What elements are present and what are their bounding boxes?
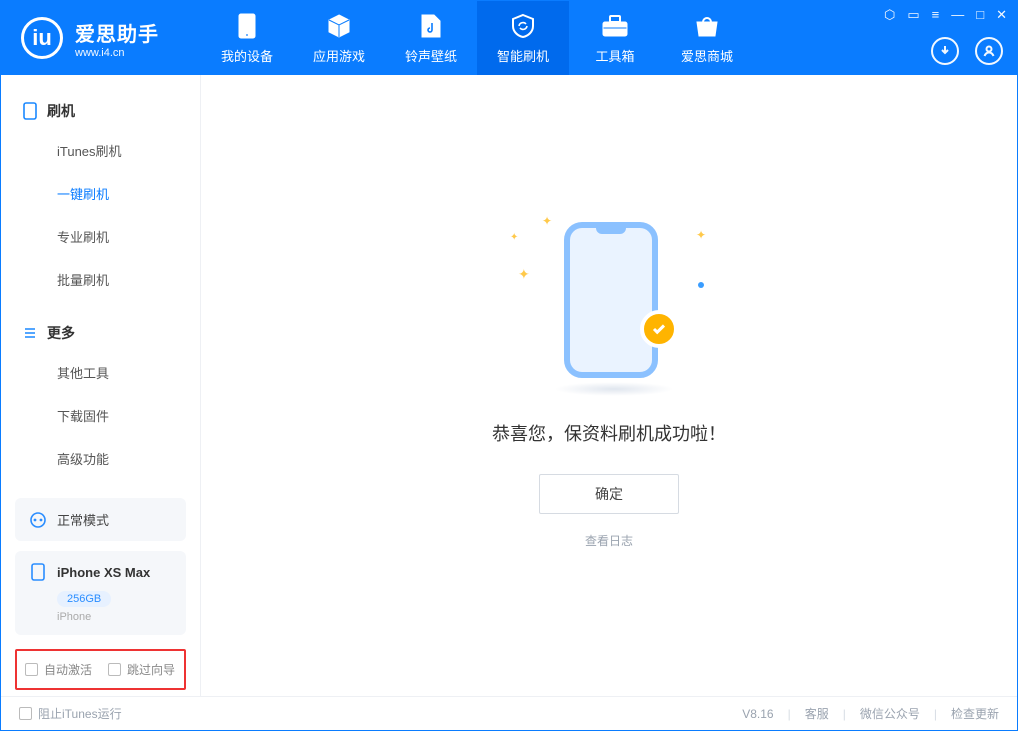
device-card[interactable]: iPhone XS Max 256GB iPhone: [15, 551, 186, 635]
ok-button[interactable]: 确定: [539, 474, 679, 514]
tab-store[interactable]: 爱思商城: [661, 1, 753, 75]
nav-tabs: 我的设备 应用游戏 铃声壁纸 智能刷机 工具箱 爱思商城: [201, 1, 753, 75]
footer-version: V8.16: [742, 707, 773, 721]
device-icon: [23, 102, 37, 120]
checkbox-block-itunes[interactable]: 阻止iTunes运行: [19, 705, 122, 722]
toolbox-icon: [601, 12, 629, 40]
phone-illustration-icon: [564, 222, 658, 378]
footer-wechat[interactable]: 微信公众号: [860, 705, 920, 722]
success-check-icon: [640, 310, 678, 348]
device-capacity: 256GB: [57, 591, 111, 607]
sparkle-icon: ✦: [696, 228, 706, 242]
device-phone-icon: [29, 563, 47, 581]
cube-icon: [325, 12, 353, 40]
header: iu 爱思助手 www.i4.cn 我的设备 应用游戏 铃声壁纸 智能刷机: [1, 1, 1017, 75]
dot-icon: [698, 282, 704, 288]
shirt-icon[interactable]: ⬡: [884, 7, 895, 23]
sync-dot-icon: [29, 511, 47, 529]
device-type: iPhone: [57, 611, 172, 623]
sidebar-item-itunes-flash[interactable]: iTunes刷机: [1, 129, 200, 172]
sparkle-icon: ✦: [518, 266, 530, 283]
header-right: ⬡ ▭ ≡ — □ ✕: [884, 1, 1017, 75]
checkbox-icon: [19, 707, 32, 720]
window-controls: ⬡ ▭ ≡ — □ ✕: [884, 7, 1007, 23]
maximize-icon[interactable]: □: [976, 7, 984, 23]
phone-icon: [233, 12, 261, 40]
mode-card[interactable]: 正常模式: [15, 498, 186, 541]
sidebar-item-batch-flash[interactable]: 批量刷机: [1, 258, 200, 301]
brand-site: www.i4.cn: [75, 47, 159, 59]
flash-options-row: 自动激活 跳过向导: [15, 649, 186, 690]
footer: 阻止iTunes运行 V8.16 | 客服 | 微信公众号 | 检查更新: [1, 696, 1017, 730]
menu-icon[interactable]: ≡: [932, 7, 940, 23]
mode-label: 正常模式: [57, 510, 109, 529]
sidebar-item-oneclick[interactable]: 一键刷机: [1, 172, 200, 215]
main-panel: ✦ ✦ ✦ ✦ 恭喜您，保资料刷机成功啦！ 确定 查看日志: [201, 75, 1017, 696]
tab-flash[interactable]: 智能刷机: [477, 1, 569, 75]
sidebar-item-advanced[interactable]: 高级功能: [1, 437, 200, 480]
settings-icon[interactable]: ▭: [907, 7, 919, 23]
sidebar: 刷机 iTunes刷机 一键刷机 专业刷机 批量刷机 更多 其他工具 下载固件 …: [1, 75, 201, 696]
footer-update[interactable]: 检查更新: [951, 705, 999, 722]
minimize-icon[interactable]: —: [951, 7, 964, 23]
checkbox-auto-activate[interactable]: 自动激活: [25, 661, 92, 678]
checkbox-icon: [25, 663, 38, 676]
sidebar-devices: 正常模式 iPhone XS Max 256GB iPhone: [1, 488, 200, 649]
tab-toolbox[interactable]: 工具箱: [569, 1, 661, 75]
checkbox-skip-guide[interactable]: 跳过向导: [108, 661, 175, 678]
sync-shield-icon: [509, 12, 537, 40]
brand-logo-icon: iu: [21, 17, 63, 59]
sidebar-item-firmware[interactable]: 下载固件: [1, 394, 200, 437]
view-log-link[interactable]: 查看日志: [585, 532, 633, 549]
success-illustration: ✦ ✦ ✦ ✦: [534, 222, 684, 382]
sidebar-group-more: 更多: [1, 315, 200, 351]
success-message: 恭喜您，保资料刷机成功啦！: [492, 420, 726, 446]
sidebar-group-flash: 刷机: [1, 93, 200, 129]
tab-apps[interactable]: 应用游戏: [293, 1, 385, 75]
close-icon[interactable]: ✕: [996, 7, 1007, 23]
music-file-icon: [417, 12, 445, 40]
download-button[interactable]: [931, 37, 959, 65]
app-window: iu 爱思助手 www.i4.cn 我的设备 应用游戏 铃声壁纸 智能刷机: [0, 0, 1018, 731]
body: 刷机 iTunes刷机 一键刷机 专业刷机 批量刷机 更多 其他工具 下载固件 …: [1, 75, 1017, 696]
sidebar-item-pro-flash[interactable]: 专业刷机: [1, 215, 200, 258]
brand-name: 爱思助手: [75, 18, 159, 47]
tab-device[interactable]: 我的设备: [201, 1, 293, 75]
account-button[interactable]: [975, 37, 1003, 65]
tab-ringwall[interactable]: 铃声壁纸: [385, 1, 477, 75]
sidebar-item-other-tools[interactable]: 其他工具: [1, 351, 200, 394]
store-icon: [693, 12, 721, 40]
brand: iu 爱思助手 www.i4.cn: [1, 1, 201, 75]
checkbox-icon: [108, 663, 121, 676]
sparkle-icon: ✦: [510, 232, 518, 243]
list-icon: [23, 326, 37, 340]
sparkle-icon: ✦: [542, 214, 552, 228]
footer-support[interactable]: 客服: [805, 705, 829, 722]
device-name: iPhone XS Max: [57, 565, 172, 580]
